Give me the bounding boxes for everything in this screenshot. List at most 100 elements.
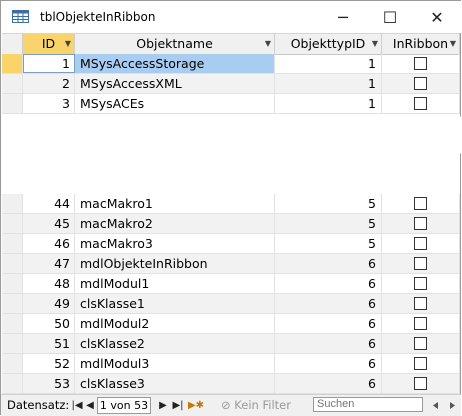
cell-id[interactable]: 46 xyxy=(23,234,75,253)
table-row[interactable]: 48 mdlModul1 6 xyxy=(2,274,460,294)
cell-type[interactable]: 5 xyxy=(275,234,382,253)
cell-id[interactable]: 45 xyxy=(23,214,75,233)
ribbon-checkbox[interactable] xyxy=(414,77,427,90)
maximize-button[interactable]: ☐ xyxy=(375,5,405,29)
cell-type[interactable]: 5 xyxy=(275,214,382,233)
chevron-down-icon[interactable]: ▼ xyxy=(372,34,378,54)
table-row[interactable]: 44 macMakro1 5 xyxy=(2,194,460,214)
ribbon-checkbox[interactable] xyxy=(414,377,427,390)
row-selector[interactable] xyxy=(2,54,23,73)
cell-type[interactable]: 6 xyxy=(275,374,382,393)
cell-ribbon xyxy=(382,374,460,393)
cell-name[interactable]: clsKlasse1 xyxy=(75,294,275,313)
cell-id[interactable]: 50 xyxy=(23,314,75,333)
cell-type[interactable]: 1 xyxy=(275,74,382,93)
table-window: tblObjekteInRibbon ─ ☐ ✕ ID ▼ Objektname… xyxy=(0,0,462,416)
cell-name[interactable]: MSysAccessXML xyxy=(75,74,275,93)
table-row[interactable]: 1 MSysAccessStorage 1 xyxy=(2,54,460,74)
table-row[interactable]: 46 macMakro3 5 xyxy=(2,234,460,254)
cell-id[interactable]: 53 xyxy=(23,374,75,393)
cell-type[interactable]: 1 xyxy=(275,54,382,73)
cell-type[interactable]: 6 xyxy=(275,314,382,333)
ribbon-checkbox[interactable] xyxy=(414,237,427,250)
column-header-id[interactable]: ID ▼ xyxy=(23,34,75,54)
ribbon-checkbox[interactable] xyxy=(414,197,427,210)
row-selector[interactable] xyxy=(2,214,23,233)
first-record-button[interactable]: |◀ xyxy=(71,397,83,414)
minimize-button[interactable]: ─ xyxy=(328,5,358,29)
chevron-down-icon[interactable]: ▼ xyxy=(265,34,271,54)
cell-id[interactable]: 44 xyxy=(23,194,75,213)
cell-type[interactable]: 6 xyxy=(275,254,382,273)
row-selector[interactable] xyxy=(2,294,23,313)
cell-name[interactable]: mdlObjekteInRibbon xyxy=(75,254,275,273)
table-row[interactable]: 53 clsKlasse3 6 xyxy=(2,374,460,394)
cell-id[interactable]: 48 xyxy=(23,274,75,293)
row-selector[interactable] xyxy=(2,274,23,293)
cell-name[interactable]: mdlModul1 xyxy=(75,274,275,293)
ribbon-checkbox[interactable] xyxy=(414,277,427,290)
close-button[interactable]: ✕ xyxy=(422,5,452,29)
ribbon-checkbox[interactable] xyxy=(414,337,427,350)
cell-id[interactable]: 1 xyxy=(23,54,75,73)
ribbon-checkbox[interactable] xyxy=(414,257,427,270)
cell-type[interactable]: 6 xyxy=(275,334,382,353)
table-row[interactable]: 50 mdlModul2 6 xyxy=(2,314,460,334)
cell-type[interactable]: 6 xyxy=(275,294,382,313)
column-header-name[interactable]: Objektname ▼ xyxy=(75,34,275,54)
column-header-type[interactable]: ObjekttypID ▼ xyxy=(275,34,382,54)
cell-name[interactable]: clsKlasse2 xyxy=(75,334,275,353)
cell-name[interactable]: clsKlasse3 xyxy=(75,374,275,393)
horizontal-scrollbar[interactable] xyxy=(430,397,458,414)
next-record-button[interactable]: ▶ xyxy=(157,397,169,414)
current-record-field[interactable]: 1 von 53 xyxy=(97,397,151,414)
cell-id[interactable]: 49 xyxy=(23,294,75,313)
column-header-row: ID ▼ Objektname ▼ ObjekttypID ▼ InRibbon… xyxy=(2,33,460,55)
cell-id[interactable]: 52 xyxy=(23,354,75,373)
cell-name[interactable]: mdlModul2 xyxy=(75,314,275,333)
cell-type[interactable]: 6 xyxy=(275,274,382,293)
table-row[interactable]: 47 mdlObjekteInRibbon 6 xyxy=(2,254,460,274)
cell-id[interactable]: 47 xyxy=(23,254,75,273)
row-selector[interactable] xyxy=(2,374,23,393)
cell-name[interactable]: macMakro3 xyxy=(75,234,275,253)
column-header-ribbon[interactable]: InRibbon ▼ xyxy=(382,34,460,54)
ribbon-checkbox[interactable] xyxy=(414,357,427,370)
column-header-ribbon-label: InRibbon xyxy=(392,36,449,51)
chevron-down-icon[interactable]: ▼ xyxy=(450,34,456,54)
cell-name[interactable]: mdlModul3 xyxy=(75,354,275,373)
chevron-down-icon[interactable]: ▼ xyxy=(65,34,71,54)
table-row[interactable]: 45 macMakro2 5 xyxy=(2,214,460,234)
ribbon-checkbox[interactable] xyxy=(414,297,427,310)
row-selector[interactable] xyxy=(2,254,23,273)
last-record-button[interactable]: ▶| xyxy=(171,397,185,414)
table-row[interactable]: 49 clsKlasse1 6 xyxy=(2,294,460,314)
cell-id[interactable]: 2 xyxy=(23,74,75,93)
cell-type[interactable]: 5 xyxy=(275,194,382,213)
previous-record-button[interactable]: ◀ xyxy=(84,397,96,414)
cell-name[interactable]: macMakro2 xyxy=(75,214,275,233)
cell-ribbon xyxy=(382,294,460,313)
ribbon-checkbox[interactable] xyxy=(414,57,427,70)
table-row[interactable]: 51 clsKlasse2 6 xyxy=(2,334,460,354)
filter-status[interactable]: ⊘ Kein Filter xyxy=(221,397,291,414)
row-selector[interactable] xyxy=(2,74,23,93)
cell-name[interactable]: macMakro1 xyxy=(75,194,275,213)
cell-id[interactable]: 51 xyxy=(23,334,75,353)
cell-type[interactable]: 6 xyxy=(275,354,382,373)
table-row[interactable]: 2 MSysAccessXML 1 xyxy=(2,74,460,94)
cell-name[interactable]: MSysAccessStorage xyxy=(75,54,275,73)
row-selector[interactable] xyxy=(2,234,23,253)
row-selector[interactable] xyxy=(2,194,23,213)
select-all-corner[interactable] xyxy=(2,34,23,54)
table-row[interactable]: 52 mdlModul3 6 xyxy=(2,354,460,374)
row-selector[interactable] xyxy=(2,314,23,333)
filter-icon: ⊘ xyxy=(221,398,231,412)
row-selector[interactable] xyxy=(2,354,23,373)
search-input[interactable] xyxy=(313,397,423,412)
ribbon-checkbox[interactable] xyxy=(414,317,427,330)
new-record-button[interactable]: ▶✱ xyxy=(187,397,205,414)
row-selector[interactable] xyxy=(2,334,23,353)
column-header-id-label: ID xyxy=(41,36,56,51)
ribbon-checkbox[interactable] xyxy=(414,217,427,230)
